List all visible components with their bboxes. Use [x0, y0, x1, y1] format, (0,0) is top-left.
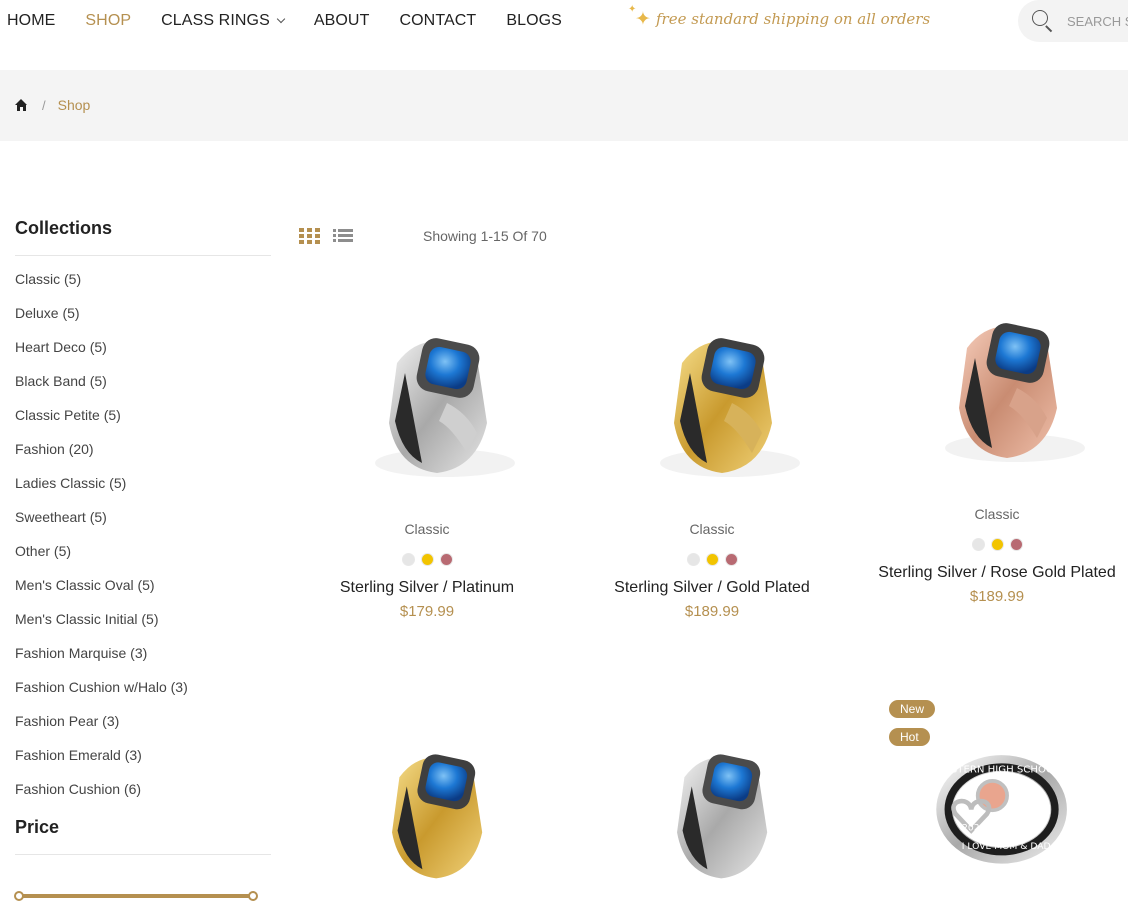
collection-item[interactable]: Heart Deco (5) [15, 338, 271, 372]
product-card[interactable] [302, 722, 552, 906]
swatch-silver[interactable] [971, 538, 985, 551]
ring-image[interactable] [327, 303, 527, 503]
sparkle-icon: ✦ ✦ [628, 4, 651, 30]
color-swatches [302, 553, 552, 566]
swatch-rose[interactable] [439, 553, 453, 566]
product-card[interactable]: Classic Sterling Silver / Platinum $179.… [302, 303, 552, 622]
collection-item[interactable]: Black Band (5) [15, 372, 271, 406]
search-icon[interactable] [1032, 10, 1054, 33]
divider [15, 255, 271, 256]
collection-item[interactable]: Fashion Pear (3) [15, 712, 271, 746]
shop-toolbar: Showing 1-15 Of 70 [299, 226, 547, 246]
price-title: Price [15, 817, 60, 837]
nav-class-rings-label: CLASS RINGS [161, 12, 270, 29]
ring-engraving: I LOVE MOM & DAD [962, 841, 1051, 852]
site-header: HOME SHOP CLASS RINGS ABOUT CONTACT BLOG… [0, 0, 1128, 70]
nav-shop[interactable]: SHOP [85, 11, 131, 31]
price-slider[interactable] [10, 891, 262, 901]
list-view-icon[interactable] [333, 228, 353, 244]
ring-image[interactable] [897, 288, 1097, 488]
chevron-down-icon [276, 14, 286, 24]
swatch-gold[interactable] [420, 553, 434, 566]
product-price: $189.99 [684, 603, 740, 620]
collection-item[interactable]: Men's Classic Oval (5) [15, 576, 271, 610]
collection-item[interactable]: Classic Petite (5) [15, 406, 271, 440]
color-swatches [872, 538, 1122, 551]
search-bar [1018, 0, 1128, 42]
collection-item[interactable]: Fashion (20) [15, 440, 271, 474]
collections-title: Collections [15, 218, 113, 238]
product-price: $189.99 [969, 588, 1025, 605]
swatch-silver[interactable] [686, 553, 700, 566]
collection-item[interactable]: Deluxe (5) [15, 304, 271, 338]
breadcrumb-current[interactable]: Shop [58, 97, 91, 113]
breadcrumb: / Shop [15, 97, 90, 113]
product-category: Classic [689, 521, 735, 537]
product-card[interactable] [587, 722, 837, 906]
collection-item[interactable]: Fashion Marquise (3) [15, 644, 271, 678]
result-count: Showing 1-15 Of 70 [423, 228, 547, 244]
color-swatches [587, 553, 837, 566]
product-card[interactable]: Classic Sterling Silver / Gold Plated $1… [587, 303, 837, 622]
collection-item[interactable]: Ladies Classic (5) [15, 474, 271, 508]
collection-item[interactable]: Other (5) [15, 542, 271, 576]
home-icon[interactable] [15, 99, 28, 111]
nav-about[interactable]: ABOUT [314, 11, 370, 31]
ring-image[interactable]: WESTERN HIGH SCHOOL 2023 I LOVE MOM & DA… [897, 722, 1097, 906]
product-name[interactable]: Sterling Silver / Platinum [302, 578, 552, 598]
product-category: Classic [974, 506, 1020, 522]
product-name[interactable]: Sterling Silver / Rose Gold Plated [872, 563, 1122, 583]
swatch-gold[interactable] [990, 538, 1004, 551]
search-input[interactable] [1067, 13, 1128, 29]
ring-image[interactable] [612, 722, 812, 906]
product-price: $179.99 [399, 603, 455, 620]
nav-contact[interactable]: CONTACT [399, 11, 476, 31]
price-slider-range [16, 894, 256, 898]
swatch-silver[interactable] [401, 553, 415, 566]
collections-list: Classic (5) Deluxe (5) Heart Deco (5) Bl… [15, 270, 271, 814]
shipping-promo: ✦ ✦ free standard shipping on all orders [628, 4, 931, 30]
ring-engraving: 2023 [962, 823, 986, 834]
grid-view-icon[interactable] [299, 228, 320, 244]
breadcrumb-band: / Shop [0, 70, 1128, 141]
swatch-gold[interactable] [705, 553, 719, 566]
nav-class-rings[interactable]: CLASS RINGS [161, 11, 286, 31]
collection-item[interactable]: Fashion Emerald (3) [15, 746, 271, 780]
collection-item[interactable]: Fashion Cushion w/Halo (3) [15, 678, 271, 712]
product-category: Classic [404, 521, 450, 537]
breadcrumb-separator: / [42, 97, 46, 113]
ring-image[interactable] [612, 303, 812, 503]
collection-item[interactable]: Sweetheart (5) [15, 508, 271, 542]
ring-engraving: WESTERN HIGH SCHOOL [934, 765, 1059, 776]
product-card[interactable]: WESTERN HIGH SCHOOL 2023 I LOVE MOM & DA… [872, 722, 1122, 906]
collection-item[interactable]: Fashion Cushion (6) [15, 780, 271, 814]
price-min-handle[interactable] [14, 891, 24, 901]
nav-blogs[interactable]: BLOGS [506, 11, 562, 31]
price-max-handle[interactable] [248, 891, 258, 901]
new-badge: New [889, 700, 936, 718]
main-nav: HOME SHOP CLASS RINGS ABOUT CONTACT BLOG… [7, 11, 592, 31]
collection-item[interactable]: Classic (5) [15, 270, 271, 304]
divider [15, 854, 271, 855]
swatch-rose[interactable] [724, 553, 738, 566]
nav-home[interactable]: HOME [7, 11, 55, 31]
ring-image[interactable] [327, 722, 527, 906]
sidebar: Collections Classic (5) Deluxe (5) Heart… [14, 215, 271, 901]
product-card[interactable]: Classic Sterling Silver / Rose Gold Plat… [872, 288, 1122, 607]
collection-item[interactable]: Men's Classic Initial (5) [15, 610, 271, 644]
promo-text: free standard shipping on all orders [656, 10, 931, 28]
product-name[interactable]: Sterling Silver / Gold Plated [587, 578, 837, 598]
swatch-rose[interactable] [1009, 538, 1023, 551]
